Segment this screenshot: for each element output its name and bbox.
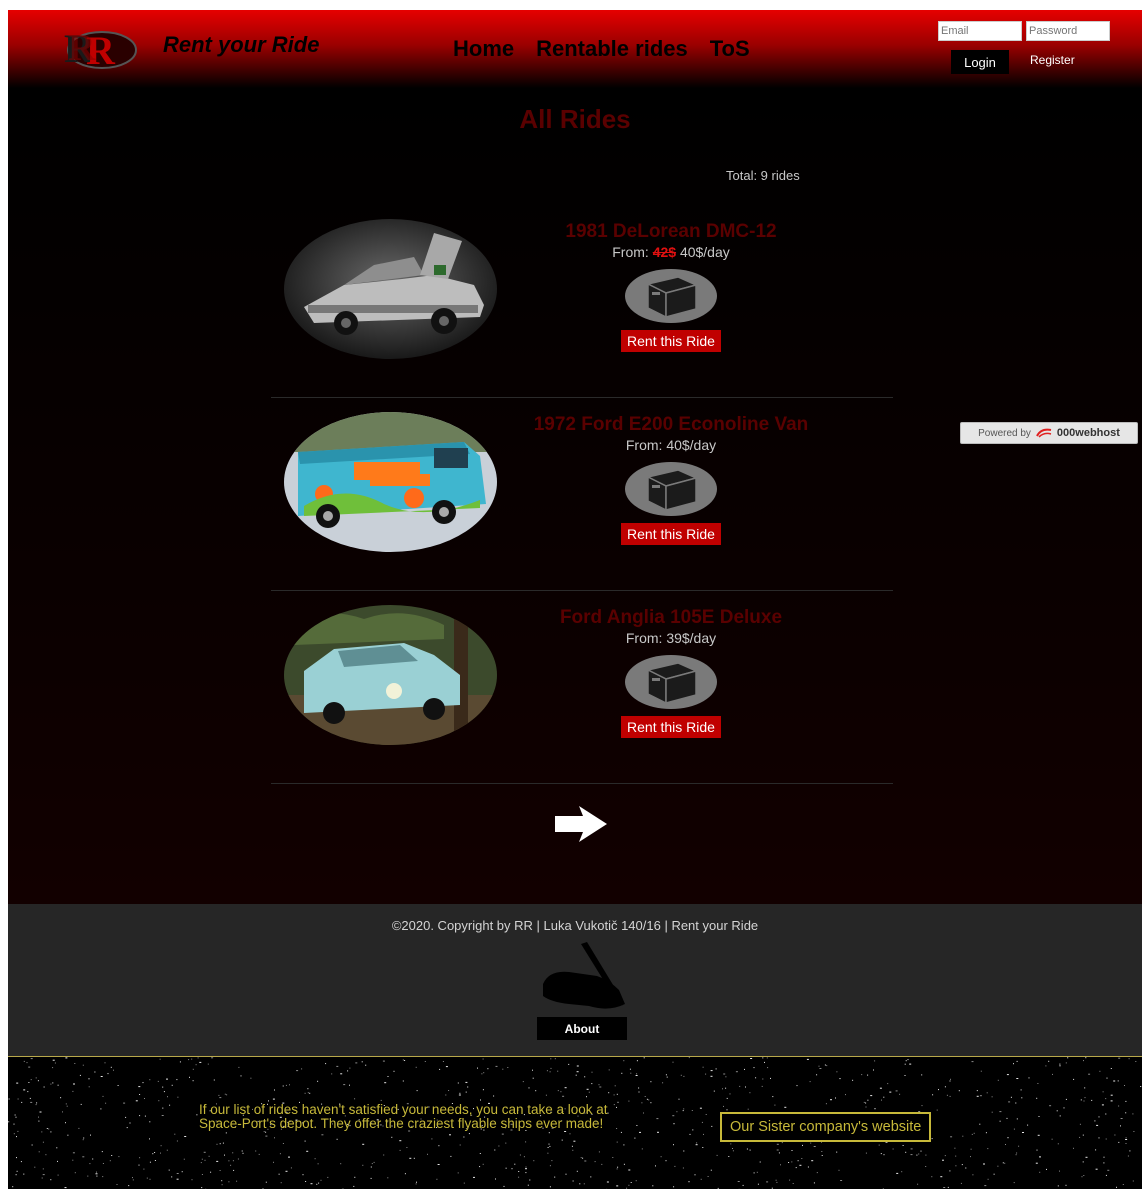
rr-logo[interactable]: R R R bbox=[60, 24, 138, 70]
email-field[interactable] bbox=[938, 21, 1022, 41]
about-button[interactable]: About bbox=[537, 1017, 627, 1040]
hand-pen-icon[interactable] bbox=[539, 940, 629, 1016]
sister-company-button[interactable]: Our Sister company's website bbox=[720, 1112, 932, 1142]
hosting-badge-name: 000webhost bbox=[1056, 427, 1120, 439]
box-icon[interactable] bbox=[624, 268, 718, 324]
rent-button[interactable]: Rent this Ride bbox=[621, 330, 721, 352]
current-price: 39$/day bbox=[666, 630, 717, 646]
ride-info: 1981 DeLorean DMC-12 From: 42$ 40$/day R… bbox=[471, 220, 871, 352]
register-link[interactable]: Register bbox=[1030, 53, 1075, 67]
price-from-label: From: bbox=[612, 244, 649, 260]
ride-card: Ford Anglia 105E Deluxe From: 39$/day Re… bbox=[271, 590, 893, 784]
nav-home[interactable]: Home bbox=[453, 36, 514, 62]
ride-info: 1972 Ford E200 Econoline Van From: 40$/d… bbox=[471, 413, 871, 545]
page: R R R Rent your Ride Home Rentable rides… bbox=[8, 10, 1142, 1189]
page-title: All Rides bbox=[519, 104, 631, 134]
price-from-label: From: bbox=[625, 630, 663, 646]
copyright-text: ©2020. Copyright by RR | Luka Vukotič 14… bbox=[391, 918, 759, 933]
box-icon[interactable] bbox=[624, 461, 718, 517]
total-count: Total: 9 rides bbox=[726, 168, 800, 183]
hosting-badge[interactable]: Powered by 000webhost bbox=[960, 422, 1138, 444]
sister-company-text: If our list of rides haven't satisfied y… bbox=[199, 1102, 608, 1131]
brand-name[interactable]: Rent your Ride bbox=[163, 32, 319, 58]
ride-photo-mystery-machine[interactable] bbox=[284, 412, 497, 552]
nav-tos[interactable]: ToS bbox=[710, 36, 750, 62]
hosting-badge-prefix: Powered by bbox=[978, 427, 1031, 439]
ride-price: From: 40$/day bbox=[471, 437, 871, 455]
rent-button[interactable]: Rent this Ride bbox=[621, 716, 721, 738]
main-nav: Home Rentable rides ToS bbox=[453, 36, 750, 62]
webhost-logo-icon bbox=[1036, 428, 1052, 438]
current-price: 40$/day bbox=[679, 244, 730, 260]
current-price: 40$/day bbox=[666, 437, 717, 453]
login-button[interactable]: Login bbox=[951, 50, 1009, 74]
ride-card: 1972 Ford E200 Econoline Van From: 40$/d… bbox=[271, 397, 893, 591]
header: R R R Rent your Ride Home Rentable rides… bbox=[8, 10, 1142, 88]
sister-company-banner: If our list of rides haven't satisfied y… bbox=[8, 1057, 1142, 1189]
ride-name[interactable]: 1981 DeLorean DMC-12 bbox=[471, 220, 871, 244]
ride-name[interactable]: Ford Anglia 105E Deluxe bbox=[471, 606, 871, 630]
next-page-arrow-icon[interactable] bbox=[553, 804, 609, 844]
old-price: 42$ bbox=[652, 244, 677, 260]
rent-button[interactable]: Rent this Ride bbox=[621, 523, 721, 545]
ride-price: From: 39$/day bbox=[471, 630, 871, 648]
nav-rentable-rides[interactable]: Rentable rides bbox=[536, 36, 688, 62]
ride-info: Ford Anglia 105E Deluxe From: 39$/day Re… bbox=[471, 606, 871, 738]
ride-photo-delorean[interactable] bbox=[284, 219, 497, 359]
password-field[interactable] bbox=[1026, 21, 1110, 41]
footer: ©2020. Copyright by RR | Luka Vukotič 14… bbox=[8, 904, 1142, 1057]
rides-section: All Rides Total: 9 rides 1981 DeLorean D… bbox=[8, 88, 1142, 904]
ride-name[interactable]: 1972 Ford E200 Econoline Van bbox=[471, 413, 871, 437]
price-from-label: From: bbox=[625, 437, 663, 453]
ride-card: 1981 DeLorean DMC-12 From: 42$ 40$/day R… bbox=[271, 204, 893, 398]
box-icon[interactable] bbox=[624, 654, 718, 710]
ride-price: From: 42$ 40$/day bbox=[471, 244, 871, 262]
ride-photo-ford-anglia[interactable] bbox=[284, 605, 497, 745]
svg-text:R: R bbox=[68, 27, 96, 69]
